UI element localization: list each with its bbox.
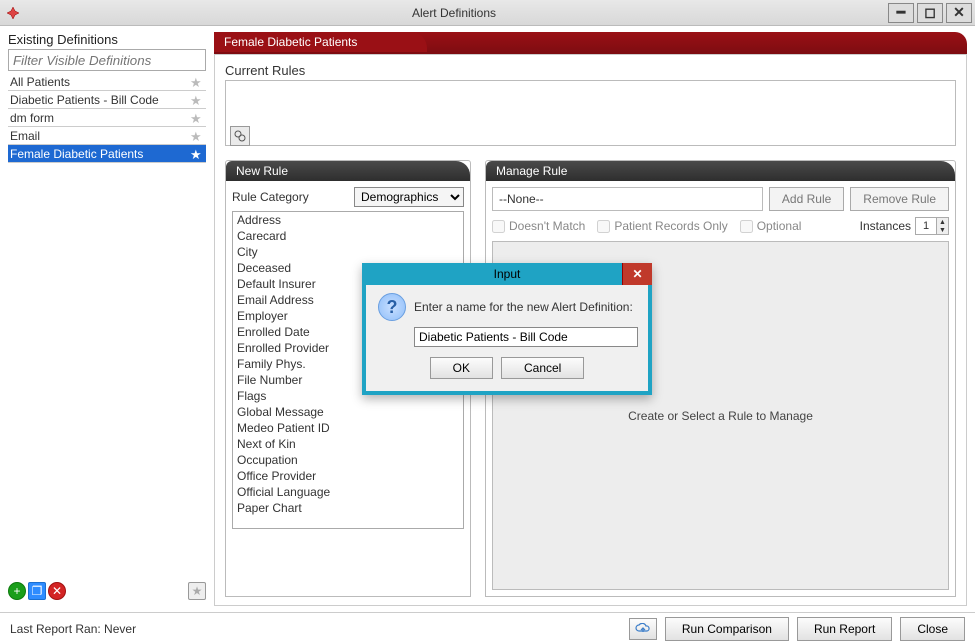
instances-label: Instances [860,219,911,233]
run-comparison-button[interactable]: Run Comparison [665,617,789,641]
rule-option[interactable]: Global Message [233,404,463,420]
delete-definition-button[interactable]: ✕ [48,582,66,600]
spin-down-icon[interactable]: ▼ [936,226,948,234]
manage-rule-heading: Manage Rule [486,161,955,181]
copy-definition-button[interactable]: ❐ [28,582,46,600]
star-icon[interactable]: ★ [190,129,204,143]
patient-records-checkbox[interactable]: Patient Records Only [597,219,727,233]
rule-option[interactable]: Carecard [233,228,463,244]
star-icon[interactable]: ★ [190,75,204,89]
dialog-close-button[interactable]: ✕ [622,263,652,285]
manage-rule-placeholder: Create or Select a Rule to Manage [628,409,813,423]
current-rules-label: Current Rules [225,63,956,78]
star-icon[interactable]: ★ [190,111,204,125]
definition-item[interactable]: Email ★ [8,127,206,145]
rule-option[interactable]: Address [233,212,463,228]
definition-item[interactable]: Female Diabetic Patients ★ [8,145,206,163]
current-rules-area [225,80,956,146]
dialog-title-bar: Input ✕ [362,263,652,285]
filter-definitions-input[interactable] [8,49,206,71]
definition-tools: + ❐ ✕ ★ [8,582,206,606]
footer-bar: Last Report Ran: Never Run Comparison Ru… [0,612,975,644]
ok-button[interactable]: OK [430,357,493,379]
star-icon[interactable]: ★ [190,93,204,107]
title-bar: Alert Definitions ━ ◻ ✕ [0,0,975,26]
rule-option[interactable]: Office Provider [233,468,463,484]
add-definition-button[interactable]: + [8,582,26,600]
new-rule-heading: New Rule [226,161,470,181]
existing-definitions-heading: Existing Definitions [8,32,206,47]
selected-rule-display: --None-- [492,187,763,211]
rule-category-select[interactable]: Demographics [354,187,464,207]
rule-option[interactable]: Medeo Patient ID [233,420,463,436]
doesnt-match-checkbox[interactable]: Doesn't Match [492,219,585,233]
maximize-button[interactable]: ◻ [917,3,943,23]
spin-up-icon[interactable]: ▲ [936,218,948,226]
rule-option[interactable]: Paper Chart [233,500,463,516]
remove-rule-button[interactable]: Remove Rule [850,187,949,211]
instances-value: 1 [916,218,936,234]
minimize-button[interactable]: ━ [888,3,914,23]
definition-label: Diabetic Patients - Bill Code [10,93,159,107]
add-rule-button[interactable]: Add Rule [769,187,844,211]
question-icon: ? [378,293,406,321]
rule-option[interactable]: City [233,244,463,260]
rule-category-label: Rule Category [232,190,346,204]
definition-item[interactable]: dm form ★ [8,109,206,127]
last-report-status: Last Report Ran: Never [10,622,136,636]
cancel-button[interactable]: Cancel [501,357,584,379]
close-window-button[interactable]: ✕ [946,3,972,23]
definition-label: Female Diabetic Patients [10,147,143,161]
rules-settings-button[interactable] [230,126,250,146]
definitions-list: All Patients ★ Diabetic Patients - Bill C… [8,73,206,163]
cloud-upload-icon [635,623,651,635]
definition-label: All Patients [10,75,70,89]
star-icon[interactable]: ★ [190,147,204,161]
definition-label: dm form [10,111,54,125]
app-icon [6,6,20,20]
rule-option[interactable]: Next of Kin [233,436,463,452]
definition-title: Female Diabetic Patients [214,32,427,52]
definition-header: Female Diabetic Patients [214,32,967,54]
instances-spinner[interactable]: 1 ▲▼ [915,217,949,235]
dialog-title: Input [494,267,521,281]
dialog-prompt: Enter a name for the new Alert Definitio… [414,300,633,314]
upload-button[interactable] [629,618,657,640]
definition-label: Email [10,129,40,143]
rule-option[interactable]: Official Language [233,484,463,500]
definition-item[interactable]: Diabetic Patients - Bill Code ★ [8,91,206,109]
definition-name-input[interactable] [414,327,638,347]
close-button[interactable]: Close [900,617,965,641]
optional-checkbox[interactable]: Optional [740,219,802,233]
run-report-button[interactable]: Run Report [797,617,892,641]
rule-option[interactable]: Occupation [233,452,463,468]
window-title: Alert Definitions [20,6,888,20]
favorite-toggle-button[interactable]: ★ [188,582,206,600]
existing-definitions-panel: Existing Definitions All Patients ★ Diabe… [8,32,206,606]
gear-icon [234,130,246,142]
input-dialog: Input ✕ ? Enter a name for the new Alert… [362,263,652,395]
window-controls: ━ ◻ ✕ [888,3,975,23]
definition-item[interactable]: All Patients ★ [8,73,206,91]
